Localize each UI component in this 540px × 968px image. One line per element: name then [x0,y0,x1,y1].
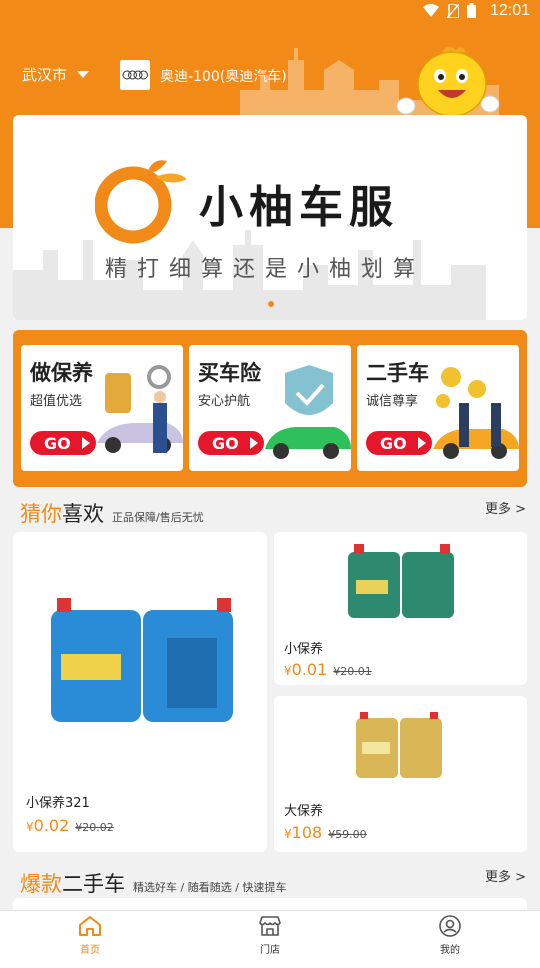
service-panel: 做保养 超值优选 GO 买车险 安心护航 GO 二手车 诚信尊享 GO [13,330,527,487]
tab-label: 门店 [260,945,280,956]
service-title: 买车险 [198,361,261,385]
go-button[interactable]: GO [30,431,96,455]
carousel-indicator [268,301,274,307]
battery-icon [467,3,476,18]
product-card[interactable]: 大保养 ¥108 ¥59.00 [274,696,527,852]
original-price: ¥20.01 [333,665,372,678]
bottom-tab-bar: 首页 门店 我的 [0,910,540,968]
section-title: 二手车 [62,872,125,896]
engine-oil-product-image [51,598,233,722]
car-model-label[interactable]: 奥迪-100(奥迪汽车) [160,66,287,86]
product-card[interactable]: 小保养321 ¥0.02 ¥20.02 [13,532,267,852]
used-cars-more-link[interactable]: 更多 > [485,866,526,885]
used-car-illustration [433,367,519,459]
insurance-illustration [265,365,351,459]
go-button[interactable]: GO [366,431,432,455]
section-tagline: 精选好车 / 随看随选 / 快速提车 [133,881,287,894]
section-title-highlight: 猜你 [20,502,62,526]
original-price: ¥20.02 [75,821,114,834]
service-tile-used-car[interactable]: 二手车 诚信尊享 GO [357,345,519,471]
mascot-illustration [396,46,500,117]
tab-store[interactable]: 门店 [240,915,300,956]
home-icon [79,916,101,936]
section-tagline: 正品保障/售后无忧 [112,511,204,524]
product-price: ¥0.01 ¥20.01 [284,660,372,679]
product-price: ¥0.02 ¥20.02 [26,816,114,835]
product-name: 大保养 [284,804,324,819]
audi-rings-icon [122,70,148,80]
tab-home[interactable]: 首页 [60,915,120,956]
service-title: 做保养 [30,361,93,385]
section-title-highlight: 爆款 [20,872,62,896]
product-name: 小保养 [284,642,324,657]
service-subtitle: 超值优选 [30,394,83,409]
go-button[interactable]: GO [198,431,264,455]
city-selector[interactable]: 武汉市 [22,64,90,85]
service-tile-insurance[interactable]: 买车险 安心护航 GO [189,345,351,471]
price-value: 0.02 [33,816,70,835]
promo-banner[interactable]: 小柚车服 精打细算还是小柚划算 [13,115,527,320]
status-bar: 12:01 [0,0,540,24]
recommend-more-link[interactable]: 更多 > [485,498,526,517]
store-icon [259,916,281,936]
tab-profile[interactable]: 我的 [420,915,480,956]
original-price: ¥59.00 [328,828,367,841]
price-value: 108 [291,823,323,842]
maintenance-illustration [97,365,183,453]
service-title: 二手车 [366,361,429,385]
product-price: ¥108 ¥59.00 [284,823,367,842]
caret-down-icon [77,71,90,78]
car-brand-logo[interactable] [120,60,150,90]
grapefruit-logo [95,160,187,244]
wifi-icon [423,4,439,17]
service-subtitle: 安心护航 [198,394,251,409]
no-sim-icon [447,3,459,18]
tab-label: 首页 [80,945,100,956]
service-tile-maintenance[interactable]: 做保养 超值优选 GO [21,345,183,471]
recommend-section-header: 猜你 喜欢 正品保障/售后无忧 [20,498,204,528]
banner-title: 小柚车服 [199,182,399,233]
engine-oil-product-image [356,712,442,778]
tab-label: 我的 [440,945,460,956]
city-label: 武汉市 [22,66,68,84]
section-title: 喜欢 [62,502,104,526]
product-card[interactable]: 小保养 ¥0.01 ¥20.01 [274,532,527,685]
currency-symbol: ¥ [26,820,34,834]
currency-symbol: ¥ [284,664,292,678]
profile-icon [439,915,461,937]
currency-symbol: ¥ [284,827,292,841]
engine-oil-product-image [348,544,454,618]
clock: 12:01 [489,2,530,19]
price-value: 0.01 [291,660,328,679]
product-name: 小保养321 [26,796,90,811]
service-subtitle: 诚信尊享 [366,394,419,409]
banner-slogan: 精打细算还是小柚划算 [105,257,426,282]
used-cars-section-header: 爆款 二手车 精选好车 / 随看随选 / 快速提车 [20,868,286,898]
